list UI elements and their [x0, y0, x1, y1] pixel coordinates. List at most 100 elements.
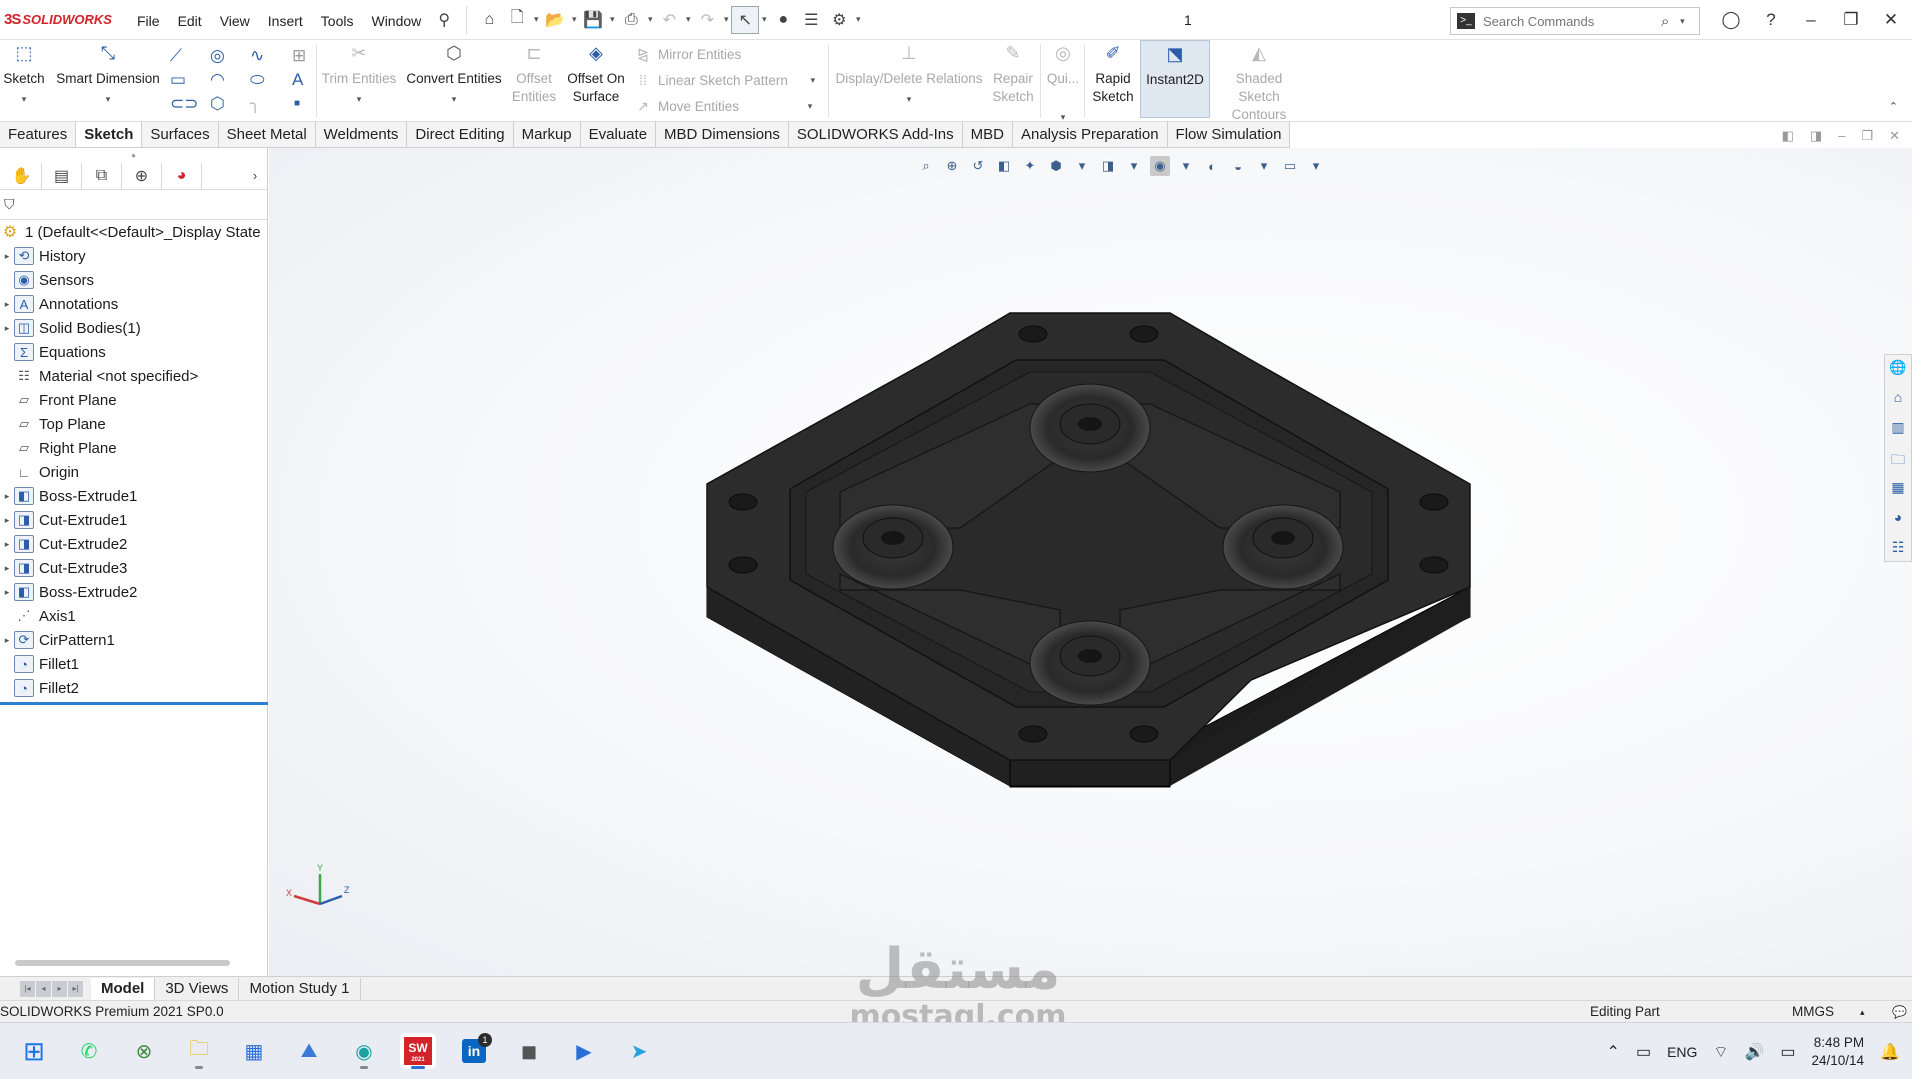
search-input[interactable]: [1483, 13, 1653, 29]
solidworks-logo[interactable]: 3S SOLIDWORKS: [0, 11, 128, 28]
text-icon[interactable]: A: [292, 70, 303, 90]
new-dropdown-icon[interactable]: ▾: [531, 14, 541, 25]
language-indicator[interactable]: ENG: [1667, 1044, 1697, 1060]
user-account-icon[interactable]: ◯: [1720, 10, 1742, 30]
tree-item-boss-extrude1[interactable]: ▸ ◧ Boss-Extrude1: [0, 484, 267, 508]
more-tabs-arrow-icon[interactable]: ›: [243, 163, 267, 189]
tile-left-icon[interactable]: ◧: [1782, 128, 1794, 144]
instant2d-button[interactable]: ⬔ Instant2D: [1140, 40, 1210, 118]
edge-icon[interactable]: ◉: [346, 1033, 382, 1069]
doc-minimize-icon[interactable]: –: [1838, 128, 1845, 144]
whatsapp-icon[interactable]: ✆: [71, 1033, 107, 1069]
relations-dropdown-icon[interactable]: ▾: [904, 90, 914, 108]
expand-arrow-icon[interactable]: ▸: [0, 323, 14, 334]
view-orientation-dropdown-icon[interactable]: ▾: [1072, 156, 1092, 176]
tree-item-axis1[interactable]: ⋰ Axis1: [0, 604, 267, 628]
save-icon[interactable]: 💾: [579, 6, 607, 34]
units-up-icon[interactable]: ▴: [1860, 1001, 1865, 1023]
quick-snaps-button[interactable]: ◎ Qui... ▾: [1044, 44, 1082, 126]
polygon-icon[interactable]: ⬡: [210, 94, 225, 114]
convert-dropdown-icon[interactable]: ▾: [449, 90, 459, 108]
line-icon[interactable]: ⟋: [170, 46, 182, 66]
quick-tips-icon[interactable]: 💬: [1892, 1001, 1907, 1023]
tree-item-equations[interactable]: Σ Equations: [0, 340, 267, 364]
dynamic-annotation-icon[interactable]: ✦: [1020, 156, 1040, 176]
custom-properties-icon[interactable]: ☷: [1892, 539, 1905, 561]
battery-icon[interactable]: ▭: [1780, 1042, 1795, 1062]
doc-close-icon[interactable]: ✕: [1889, 128, 1900, 144]
filter-icon[interactable]: ⛉: [4, 196, 15, 213]
notifications-bell-icon[interactable]: 🔔: [1880, 1042, 1900, 1062]
hide-show-dropdown-icon[interactable]: ▾: [1176, 156, 1196, 176]
tree-item-fillet2[interactable]: ◔ Fillet2: [0, 676, 267, 700]
design-library-icon[interactable]: ▥: [1891, 419, 1904, 441]
collapse-ribbon-icon[interactable]: ⌃: [1889, 100, 1898, 113]
rollback-bar[interactable]: [0, 702, 268, 705]
smart-dimension-dropdown-icon[interactable]: ▾: [103, 90, 113, 108]
app-icon[interactable]: ◼: [511, 1033, 547, 1069]
zoom-to-area-icon[interactable]: ⊕: [942, 156, 962, 176]
telegram-icon[interactable]: ➤: [621, 1033, 657, 1069]
tree-filter[interactable]: ⛉: [0, 190, 267, 220]
tab-flow-simulation[interactable]: Flow Simulation: [1168, 122, 1291, 147]
zoom-to-fit-icon[interactable]: ⌕: [916, 156, 936, 176]
tab-solidworks-add-ins[interactable]: SOLIDWORKS Add-Ins: [789, 122, 963, 147]
linear-sketch-pattern-button[interactable]: ⁞⁞ Linear Sketch Pattern ▾: [634, 72, 818, 88]
property-manager-tab-icon[interactable]: ▤: [42, 162, 82, 189]
tab-mbd[interactable]: MBD: [963, 122, 1013, 147]
print-dropdown-icon[interactable]: ▾: [645, 14, 655, 25]
hide-show-items-icon[interactable]: ◉: [1150, 156, 1170, 176]
fillet-sketch-icon[interactable]: ╮: [250, 94, 260, 114]
tab-sheet-metal[interactable]: Sheet Metal: [219, 122, 316, 147]
tree-item-sensors[interactable]: ◉ Sensors: [0, 268, 267, 292]
view-settings-dropdown-icon[interactable]: ▾: [1306, 156, 1326, 176]
tree-item-boss-extrude2[interactable]: ▸ ◧ Boss-Extrude2: [0, 580, 267, 604]
expand-arrow-icon[interactable]: ▸: [0, 251, 14, 262]
tab-markup[interactable]: Markup: [514, 122, 581, 147]
tree-item-history[interactable]: ▸ ⟲ History: [0, 244, 267, 268]
rapid-sketch-button[interactable]: ✐ Rapid Sketch: [1088, 44, 1138, 106]
tree-item-cut-extrude2[interactable]: ▸ ◨ Cut-Extrude2: [0, 532, 267, 556]
solidworks-resources-icon[interactable]: 🌐: [1889, 359, 1906, 381]
repair-sketch-button[interactable]: ✎ Repair Sketch: [988, 44, 1038, 106]
tab-evaluate[interactable]: Evaluate: [581, 122, 657, 147]
file-properties-icon[interactable]: ☰: [797, 6, 825, 34]
trim-entities-button[interactable]: ✂ Trim Entities ▾: [320, 44, 398, 108]
open-dropdown-icon[interactable]: ▾: [569, 14, 579, 25]
open-folder-icon[interactable]: 📂: [541, 6, 569, 34]
tree-item-cut-extrude3[interactable]: ▸ ◨ Cut-Extrude3: [0, 556, 267, 580]
input-device-icon[interactable]: ▭: [1636, 1042, 1651, 1062]
convert-entities-button[interactable]: ⬡ Convert Entities ▾: [404, 44, 504, 108]
horizontal-scrollbar[interactable]: [15, 960, 230, 966]
redo-icon[interactable]: ↷: [693, 6, 721, 34]
linkedin-icon[interactable]: in 1: [456, 1033, 492, 1069]
tile-right-icon[interactable]: ◨: [1810, 128, 1822, 144]
tab-direct-editing[interactable]: Direct Editing: [407, 122, 514, 147]
display-style-icon[interactable]: ◨: [1098, 156, 1118, 176]
move-entities-button[interactable]: ↗ Move Entities ▾: [634, 98, 815, 115]
sketch-dropdown-icon[interactable]: ▾: [19, 90, 29, 108]
previous-view-icon[interactable]: ↺: [968, 156, 988, 176]
doc-restore-icon[interactable]: ❐: [1861, 128, 1873, 144]
offset-entities-button[interactable]: ⊏ Offset Entities: [508, 44, 560, 106]
show-hidden-icons-icon[interactable]: ⌃: [1607, 1042, 1620, 1062]
tree-item-origin[interactable]: ∟ Origin: [0, 460, 267, 484]
microsoft-store-icon[interactable]: ▦: [236, 1033, 272, 1069]
slot-icon[interactable]: ⊂⊃: [170, 94, 199, 114]
pin-icon[interactable]: ⚲: [430, 6, 458, 34]
edit-appearance-icon[interactable]: ◐: [1202, 156, 1222, 176]
tab-features[interactable]: Features: [0, 122, 77, 147]
tree-item-annotations[interactable]: ▸ A Annotations: [0, 292, 267, 316]
select-dropdown-icon[interactable]: ▾: [759, 14, 769, 25]
tab-motion-study[interactable]: Motion Study 1: [239, 977, 361, 1000]
tree-root[interactable]: ⚙ 1 (Default<<Default>_Display State: [0, 220, 267, 244]
tab-weldments[interactable]: Weldments: [316, 122, 408, 147]
display-manager-tab-icon[interactable]: ◕: [162, 162, 202, 189]
home-pane-icon[interactable]: ⌂: [1894, 389, 1902, 411]
menu-edit[interactable]: Edit: [169, 0, 211, 40]
offset-on-surface-button[interactable]: ◈ Offset On Surface: [564, 44, 628, 106]
tab-model[interactable]: Model: [91, 977, 156, 1000]
search-commands-box[interactable]: >_ ⌕ ▾: [1450, 7, 1700, 35]
scene-dropdown-icon[interactable]: ▾: [1254, 156, 1274, 176]
help-icon[interactable]: ?: [1760, 10, 1782, 30]
